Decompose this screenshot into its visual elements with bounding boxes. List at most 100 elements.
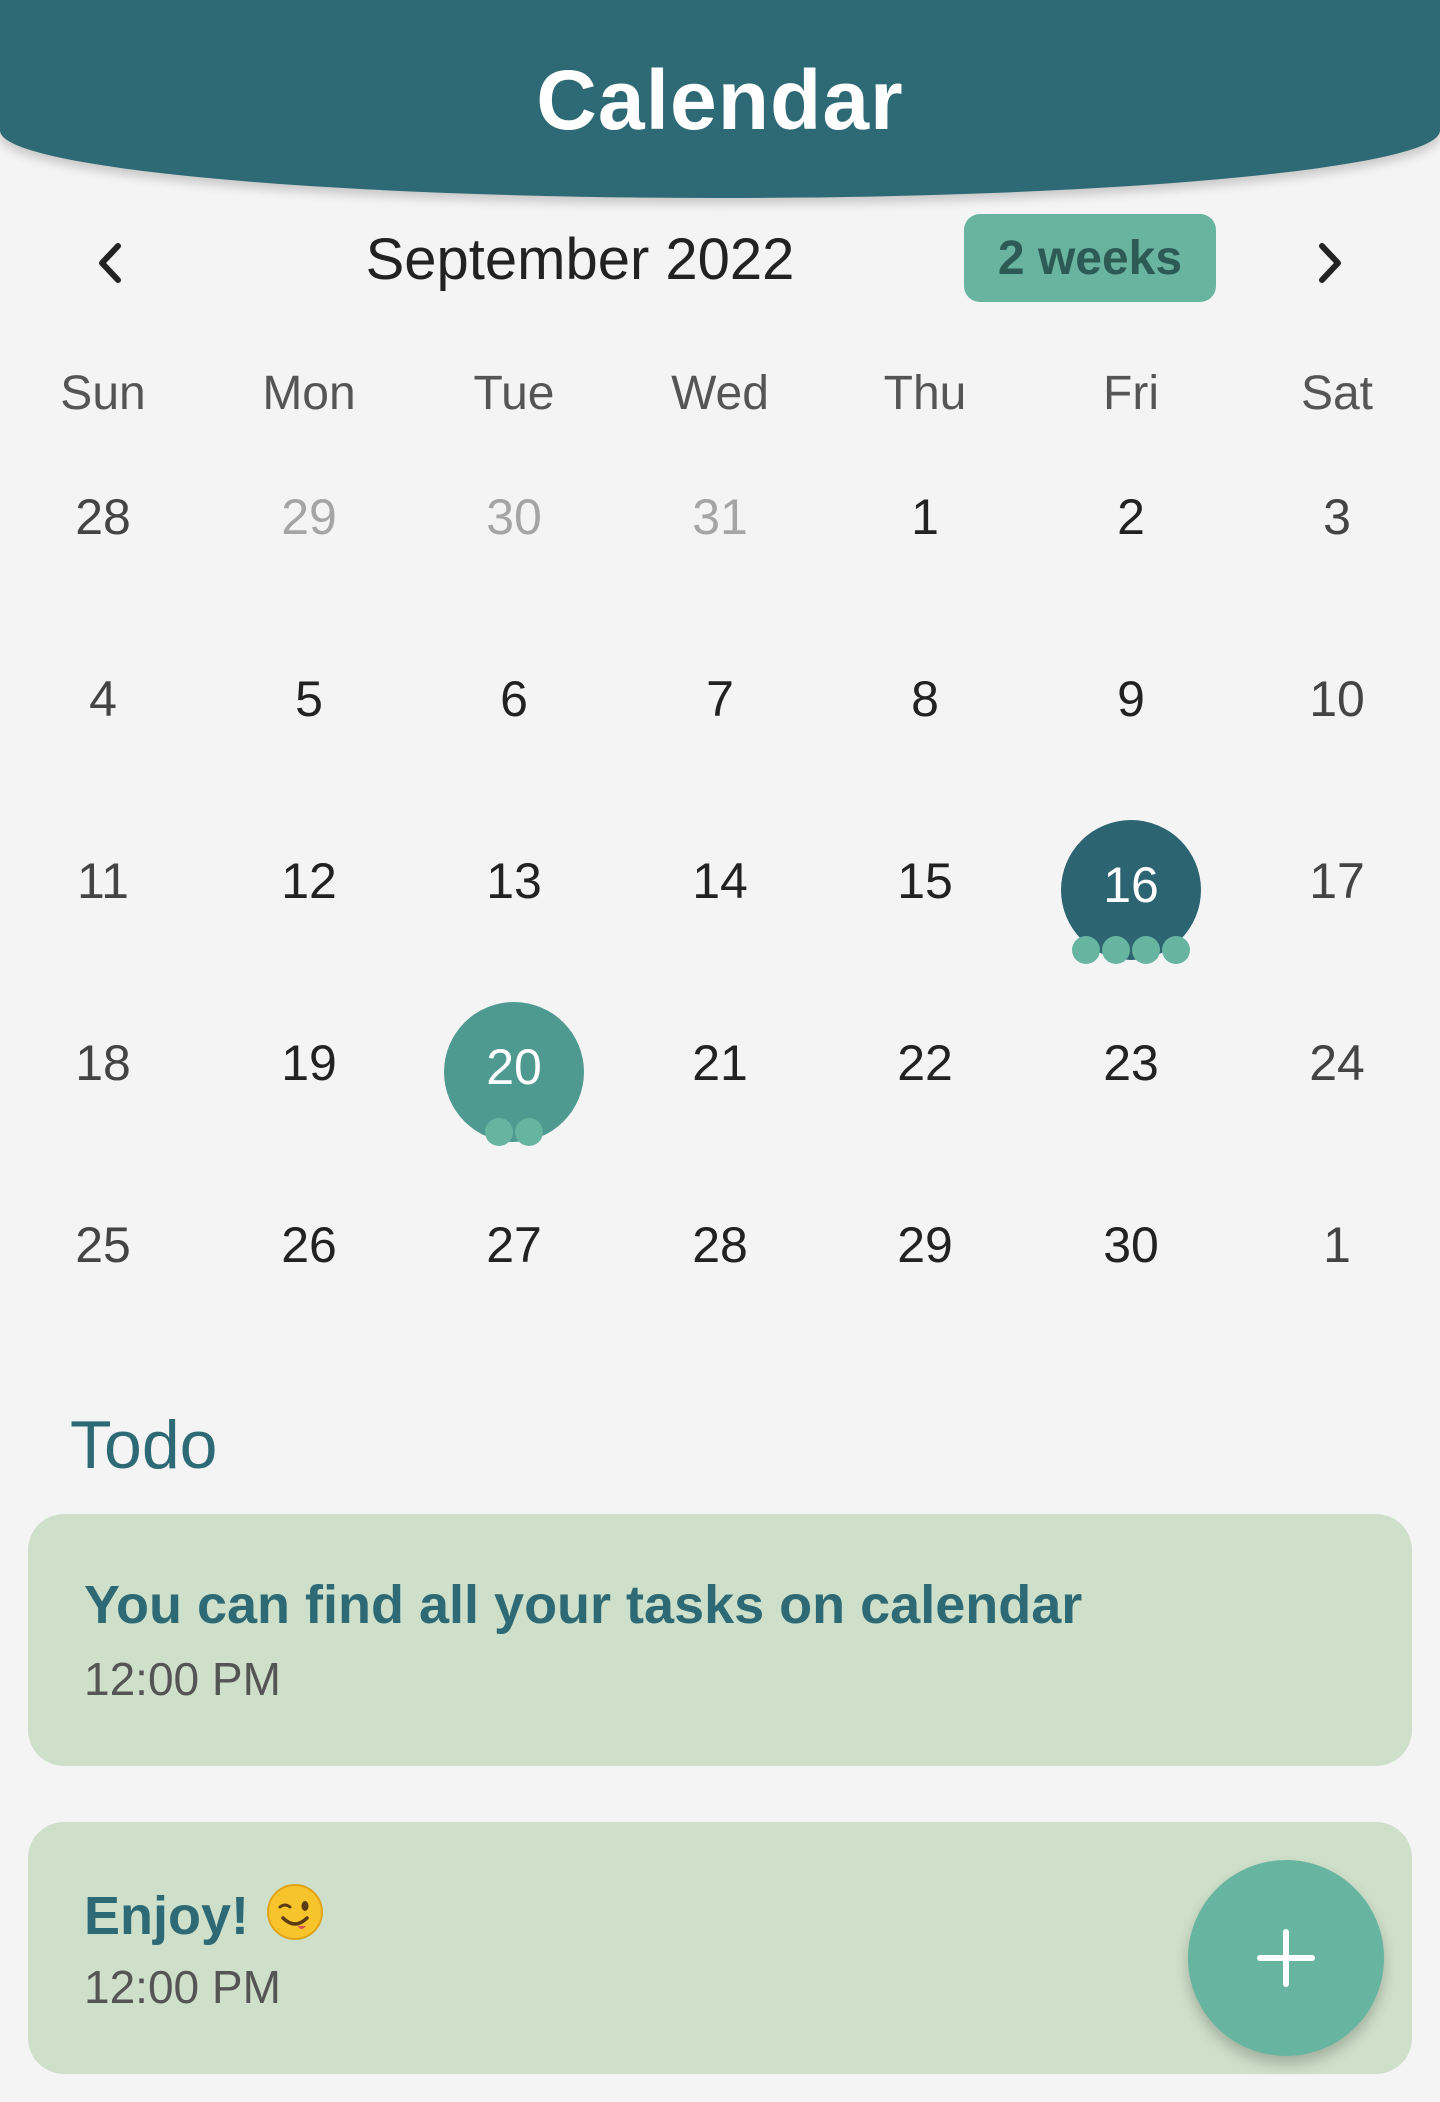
day-number: 14 — [692, 853, 748, 909]
day-number: 24 — [1309, 1035, 1365, 1091]
todo-task-title-row: Enjoy! — [84, 1882, 325, 1947]
view-format-button[interactable]: 2 weeks — [964, 214, 1216, 302]
calendar-day[interactable]: 5 — [206, 650, 412, 790]
calendar-day[interactable]: 3 — [1234, 468, 1440, 608]
weekday-header: Sun Mon Tue Wed Thu Fri Sat — [0, 366, 1440, 436]
event-dot — [485, 1118, 513, 1146]
day-number: 31 — [692, 489, 748, 545]
day-number: 17 — [1309, 853, 1365, 909]
calendar-day[interactable]: 25 — [0, 1196, 206, 1336]
day-number: 11 — [77, 853, 129, 909]
todo-task-title: Enjoy! — [84, 1886, 250, 1946]
calendar-day[interactable]: 15 — [822, 832, 1028, 972]
weekday-fri: Fri — [1103, 367, 1159, 420]
day-number: 1 — [1323, 1217, 1351, 1273]
calendar-day[interactable]: 28 — [617, 1196, 823, 1336]
day-number: 29 — [897, 1217, 953, 1273]
day-number: 21 — [692, 1035, 748, 1091]
month-label: September 2022 — [365, 227, 795, 292]
calendar-day[interactable]: 18 — [0, 1014, 206, 1154]
calendar-day[interactable]: 28 — [0, 468, 206, 608]
calendar-day[interactable]: 9 — [1028, 650, 1234, 790]
day-number: 18 — [75, 1035, 131, 1091]
next-month-button[interactable] — [1294, 228, 1364, 298]
day-number: 27 — [486, 1217, 542, 1273]
day-number: 30 — [486, 489, 542, 545]
todo-item[interactable]: You can find all your tasks on calendar … — [28, 1514, 1412, 1766]
chevron-right-icon — [1319, 243, 1341, 283]
event-dot — [1072, 936, 1100, 964]
day-number: 30 — [1103, 1217, 1159, 1273]
day-number: 19 — [281, 1035, 337, 1091]
todo-task-time: 12:00 PM — [84, 1961, 281, 2013]
event-dot — [1162, 936, 1190, 964]
day-number: 15 — [897, 853, 953, 909]
add-task-button[interactable] — [1188, 1860, 1384, 2056]
day-number: 6 — [500, 671, 528, 727]
calendar-day[interactable]: 10 — [1234, 650, 1440, 790]
weekday-sun: Sun — [60, 367, 146, 420]
calendar-day[interactable]: 31 — [617, 468, 823, 608]
day-number: 13 — [486, 853, 542, 909]
day-number: 29 — [281, 489, 337, 545]
calendar-day[interactable]: 29 — [206, 468, 412, 608]
calendar-day[interactable]: 12 — [206, 832, 412, 972]
calendar-day[interactable]: 13 — [411, 832, 617, 972]
day-number: 2 — [1117, 489, 1145, 545]
calendar-day[interactable]: 17 — [1234, 832, 1440, 972]
calendar-day[interactable]: 2 — [1028, 468, 1234, 608]
calendar-day[interactable]: 24 — [1234, 1014, 1440, 1154]
event-dot — [1102, 936, 1130, 964]
calendar-day[interactable]: 7 — [617, 650, 823, 790]
day-number: 1 — [911, 489, 939, 545]
weekday-thu: Thu — [883, 367, 967, 420]
winking-face-icon — [267, 1884, 324, 1940]
calendar-day[interactable]: 1 — [822, 468, 1028, 608]
calendar-day[interactable]: 26 — [206, 1196, 412, 1336]
day-number: 23 — [1103, 1035, 1159, 1091]
day-number: 4 — [89, 671, 117, 727]
day-number: 12 — [281, 853, 337, 909]
day-number: 8 — [911, 671, 939, 727]
calendar-day[interactable]: 23 — [1028, 1014, 1234, 1154]
calendar-day[interactable]: 20 — [411, 1002, 617, 1154]
day-number: 10 — [1309, 671, 1365, 727]
calendar-day[interactable]: 1 — [1234, 1196, 1440, 1336]
day-number: 7 — [706, 671, 734, 727]
day-number: 5 — [295, 671, 323, 727]
plus-icon — [1257, 1929, 1315, 1987]
day-number: 9 — [1117, 671, 1145, 727]
calendar-day[interactable]: 16 — [1028, 820, 1234, 972]
chevron-left-icon — [99, 243, 121, 283]
day-number: 20 — [486, 1039, 542, 1095]
day-number: 22 — [897, 1035, 953, 1091]
day-number: 28 — [692, 1217, 748, 1273]
calendar-day[interactable]: 29 — [822, 1196, 1028, 1336]
event-dot — [1132, 936, 1160, 964]
calendar-day[interactable]: 6 — [411, 650, 617, 790]
app-header: Calendar — [0, 0, 1440, 198]
calendar-day[interactable]: 30 — [411, 468, 617, 608]
calendar-day[interactable]: 11 — [0, 832, 206, 972]
calendar-day[interactable]: 22 — [822, 1014, 1028, 1154]
weekday-mon: Mon — [262, 367, 356, 420]
calendar-day[interactable]: 30 — [1028, 1196, 1234, 1336]
calendar-day[interactable]: 4 — [0, 650, 206, 790]
todo-task-title: You can find all your tasks on calendar — [84, 1575, 1083, 1635]
weekday-sat: Sat — [1300, 367, 1374, 420]
todo-task-time: 12:00 PM — [84, 1653, 281, 1705]
calendar-day[interactable]: 21 — [617, 1014, 823, 1154]
day-number: 26 — [281, 1217, 337, 1273]
calendar-day[interactable]: 14 — [617, 832, 823, 972]
day-number: 28 — [75, 489, 131, 545]
calendar-day[interactable]: 19 — [206, 1014, 412, 1154]
weekday-wed: Wed — [671, 367, 769, 420]
previous-month-button[interactable] — [76, 228, 146, 298]
day-number: 3 — [1323, 489, 1351, 545]
calendar-day[interactable]: 27 — [411, 1196, 617, 1336]
event-dot — [515, 1118, 543, 1146]
todo-heading: Todo — [70, 1407, 218, 1483]
day-number: 25 — [75, 1217, 131, 1273]
event-markers — [411, 1118, 617, 1146]
calendar-day[interactable]: 8 — [822, 650, 1028, 790]
